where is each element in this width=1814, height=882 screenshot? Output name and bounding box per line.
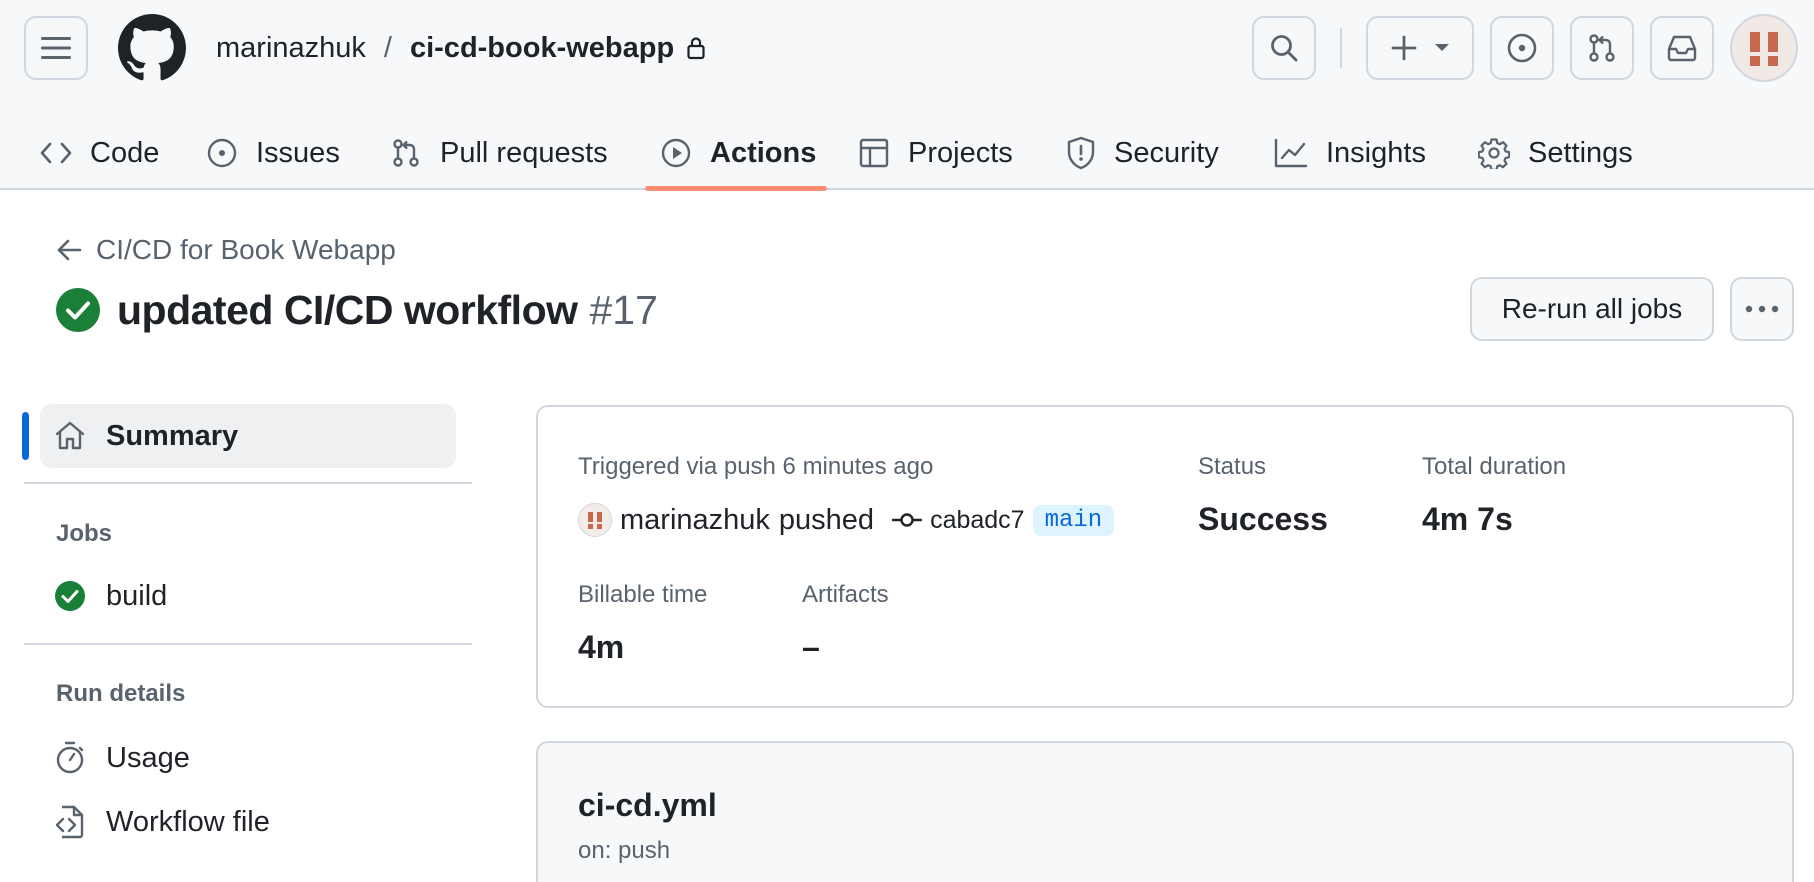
status-value: Success [1198, 501, 1328, 537]
sidebar-active-indicator [22, 412, 29, 460]
artifacts-value: – [802, 629, 820, 665]
billable-time-label: Billable time [578, 581, 708, 608]
shield-icon [1067, 136, 1095, 170]
duration-label: Total duration [1422, 453, 1567, 480]
github-logo-icon[interactable] [118, 14, 186, 82]
workflow-file-name: ci-cd.yml [578, 787, 717, 823]
tab-issues[interactable]: Issues [206, 116, 340, 190]
play-icon [661, 138, 691, 168]
tab-label: Actions [710, 136, 817, 169]
back-to-workflow-link[interactable]: CI/CD for Book Webapp [56, 232, 396, 268]
search-button[interactable] [1252, 16, 1316, 80]
gear-icon [1478, 138, 1510, 169]
branch-label[interactable]: main [1032, 504, 1115, 536]
issue-opened-icon [207, 138, 237, 168]
billable-time-value: 4m [578, 629, 625, 665]
sidebar-item-usage[interactable]: Usage [54, 738, 190, 778]
tab-label: Settings [1528, 136, 1633, 169]
user-avatar[interactable] [1730, 14, 1798, 82]
file-code-icon [55, 805, 84, 839]
commit-sha-link[interactable]: cabadc7 [930, 506, 1025, 535]
tab-label: Projects [908, 136, 1013, 169]
lock-icon [687, 37, 705, 60]
active-tab-indicator [645, 186, 827, 191]
repo-breadcrumb: marinazhuk / ci-cd-book-webapp [216, 30, 706, 66]
push-action-text: pushed [778, 503, 875, 536]
run-summary-card: Triggered via push 6 minutes ago marinaz… [536, 405, 1794, 708]
sidebar-job-build[interactable]: build [54, 576, 167, 616]
workflow-trigger: on: push [578, 837, 671, 864]
sidebar-divider [24, 643, 472, 645]
tab-label: Code [90, 136, 160, 169]
code-icon [40, 142, 72, 164]
sidebar-divider [24, 482, 472, 484]
tab-insights[interactable]: Insights [1274, 116, 1426, 190]
page-title: updated CI/CD workflow #17 [55, 284, 658, 336]
breadcrumb-separator: / [383, 32, 392, 64]
push-info: marinazhuk pushed cabadc7 main [578, 500, 1115, 540]
inbox-button[interactable] [1650, 16, 1714, 80]
pull-requests-button[interactable] [1570, 16, 1634, 80]
tab-settings[interactable]: Settings [1478, 116, 1633, 190]
issues-button[interactable] [1490, 16, 1554, 80]
sidebar-item-label: Summary [106, 419, 239, 452]
artifacts-label: Artifacts [802, 581, 889, 608]
tab-label: Issues [256, 136, 340, 169]
home-icon [55, 421, 85, 450]
header-divider [1340, 28, 1342, 68]
sidebar-item-label: Usage [106, 741, 190, 774]
run-title: updated CI/CD workflow [117, 286, 578, 333]
tab-pull-requests[interactable]: Pull requests [390, 116, 608, 190]
hamburger-icon [41, 37, 71, 59]
git-pull-request-icon [1589, 34, 1615, 62]
run-details-heading: Run details [56, 680, 186, 707]
actor-avatar[interactable] [578, 503, 612, 537]
status-label: Status [1198, 453, 1267, 480]
plus-icon [1391, 35, 1417, 61]
tab-actions[interactable]: Actions [660, 116, 816, 190]
run-number: #17 [589, 286, 658, 333]
trigger-info: Triggered via push 6 minutes ago [578, 453, 934, 480]
inbox-icon [1667, 35, 1697, 62]
sidebar-item-summary[interactable]: Summary [40, 404, 456, 468]
issue-opened-icon [1507, 33, 1537, 63]
tab-label: Security [1114, 136, 1219, 169]
duration-value: 4m 7s [1422, 501, 1513, 537]
sidebar-item-label: build [106, 579, 168, 612]
back-link-label: CI/CD for Book Webapp [96, 234, 396, 265]
identicon-icon [1750, 32, 1778, 66]
tab-projects[interactable]: Projects [858, 116, 1013, 190]
tab-code[interactable]: Code [40, 116, 159, 190]
sidebar-item-label: Workflow file [106, 805, 270, 838]
tab-label: Pull requests [440, 136, 608, 169]
workflow-graph-card: ci-cd.yml on: push [536, 741, 1794, 882]
tab-security[interactable]: Security [1066, 116, 1219, 190]
search-icon [1271, 35, 1298, 62]
check-circle-fill-icon [55, 581, 85, 611]
git-commit-icon [892, 513, 923, 527]
table-icon [859, 138, 889, 168]
arrow-left-icon [57, 239, 82, 261]
menu-button[interactable] [24, 16, 88, 80]
tab-label: Insights [1326, 136, 1426, 169]
rerun-all-jobs-button[interactable]: Re-run all jobs [1470, 277, 1714, 341]
stopwatch-icon [56, 741, 84, 774]
more-options-button[interactable] [1730, 277, 1794, 341]
repo-owner-link[interactable]: marinazhuk [216, 30, 366, 66]
kebab-horizontal-icon [1745, 305, 1779, 313]
repo-name-link[interactable]: ci-cd-book-webapp [410, 30, 674, 66]
jobs-heading: Jobs [56, 520, 113, 547]
actor-link[interactable]: marinazhuk [620, 504, 770, 537]
create-new-button[interactable] [1366, 16, 1474, 80]
repo-nav: Code Issues Pull requests Actions Projec… [0, 116, 1814, 190]
sidebar-item-workflow-file[interactable]: Workflow file [54, 802, 270, 842]
graph-icon [1274, 138, 1308, 168]
git-pull-request-icon [393, 139, 419, 167]
identicon-icon [588, 512, 602, 529]
check-circle-fill-icon [56, 288, 100, 332]
triangle-down-icon [1435, 44, 1449, 51]
